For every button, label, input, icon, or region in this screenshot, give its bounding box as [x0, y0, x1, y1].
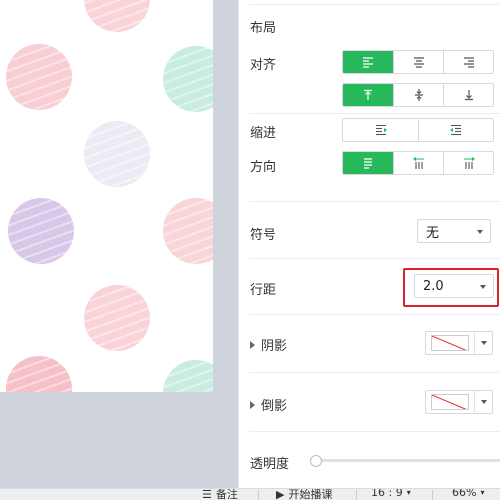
zoom-label: 66%	[452, 488, 477, 499]
decor-dot	[163, 360, 213, 392]
direction-label: 方向	[250, 160, 277, 175]
decrease-indent-button[interactable]	[343, 119, 418, 141]
play-icon: ▶	[276, 488, 285, 500]
align-middle-icon	[414, 89, 423, 101]
separator	[356, 490, 357, 500]
expand-arrow-icon	[250, 340, 255, 349]
decor-dot	[163, 198, 213, 264]
chevron-down-icon: ▾	[480, 488, 485, 497]
indent-label: 缩进	[250, 126, 277, 141]
vertical-rtl-direction-button[interactable]	[393, 152, 443, 174]
zoom-dropdown[interactable]: 66% ▾	[452, 488, 485, 499]
vertical-rtl-text-icon	[412, 157, 424, 169]
line-spacing-label: 行距	[250, 283, 277, 298]
align-left-button[interactable]	[343, 51, 393, 73]
no-color-swatch-icon	[431, 335, 469, 351]
shadow-label: 阴影	[261, 339, 288, 354]
chevron-down-icon	[481, 341, 487, 345]
decor-dot	[84, 285, 150, 351]
vertical-ltr-text-icon	[463, 157, 475, 169]
notes-icon: ☰	[202, 488, 212, 500]
vertical-align-group	[342, 83, 494, 107]
divider	[249, 314, 500, 315]
divider	[249, 431, 500, 432]
chevron-down-icon	[481, 400, 487, 404]
reflection-label: 倒影	[261, 399, 288, 414]
divider	[249, 258, 500, 259]
notes-toggle-button[interactable]: ☰ 备注	[202, 488, 238, 500]
align-top-button[interactable]	[343, 84, 393, 106]
text-direction-group	[342, 151, 494, 175]
aspect-ratio-label: 16 : 9	[371, 488, 403, 499]
text-properties-panel: 布局 对齐 缩进 方向 符号 无 行距 2.0 阴影 倒影 透明度	[238, 0, 500, 488]
decor-dot	[6, 44, 72, 110]
shadow-expander[interactable]: 阴影	[250, 335, 287, 354]
chevron-down-icon: ▾	[406, 488, 411, 497]
status-bar: ☰ 备注 ▶ 开始播课 16 : 9 ▾ 66% ▾	[0, 488, 500, 500]
align-bottom-button[interactable]	[443, 84, 493, 106]
vertical-ltr-direction-button[interactable]	[443, 152, 493, 174]
separator	[258, 490, 259, 500]
decor-dot	[163, 46, 213, 112]
expand-arrow-icon	[250, 400, 255, 409]
align-left-icon	[363, 57, 373, 68]
chevron-down-icon	[477, 230, 483, 234]
start-show-label: 开始播课	[288, 488, 333, 500]
chevron-down-icon	[480, 285, 486, 289]
indent-group	[342, 118, 494, 142]
align-bottom-icon	[464, 90, 473, 101]
notes-label: 备注	[215, 488, 238, 500]
divider	[249, 372, 500, 373]
decor-dot	[84, 0, 150, 32]
start-show-button[interactable]: ▶ 开始播课	[276, 488, 333, 500]
symbol-select-value: 无	[426, 225, 440, 241]
canvas-area	[0, 0, 238, 488]
align-label: 对齐	[250, 58, 277, 73]
align-middle-button[interactable]	[393, 84, 443, 106]
separator	[474, 391, 475, 413]
align-right-button[interactable]	[443, 51, 493, 73]
opacity-slider-track[interactable]	[314, 459, 500, 462]
shadow-color-picker[interactable]	[425, 331, 493, 355]
align-center-icon	[413, 57, 424, 68]
separator	[474, 332, 475, 354]
divider	[249, 4, 500, 5]
increase-indent-button[interactable]	[418, 119, 493, 141]
horizontal-align-group	[342, 50, 494, 74]
symbol-label: 符号	[250, 228, 277, 243]
aspect-ratio-dropdown[interactable]: 16 : 9 ▾	[371, 488, 411, 499]
reflection-expander[interactable]: 倒影	[250, 395, 287, 414]
align-center-button[interactable]	[393, 51, 443, 73]
decrease-indent-icon	[375, 124, 387, 136]
decor-dot	[84, 121, 150, 187]
divider	[249, 113, 500, 114]
line-spacing-select[interactable]: 2.0	[414, 274, 494, 298]
no-color-swatch-icon	[431, 394, 469, 410]
align-top-icon	[364, 89, 372, 100]
divider	[249, 201, 500, 202]
horizontal-direction-button[interactable]	[343, 152, 393, 174]
layout-section-title: 布局	[250, 21, 277, 36]
reflection-color-picker[interactable]	[425, 390, 493, 414]
symbol-select[interactable]: 无	[417, 219, 491, 243]
horizontal-text-icon	[364, 158, 372, 169]
line-spacing-select-value: 2.0	[423, 278, 444, 294]
slide-canvas[interactable]	[0, 0, 213, 392]
decor-dot	[6, 356, 72, 392]
align-right-icon	[463, 57, 474, 68]
increase-indent-icon	[450, 124, 461, 136]
opacity-label: 透明度	[250, 457, 290, 472]
decor-dot	[8, 198, 74, 264]
separator	[432, 490, 433, 500]
opacity-slider-thumb[interactable]	[310, 455, 322, 467]
